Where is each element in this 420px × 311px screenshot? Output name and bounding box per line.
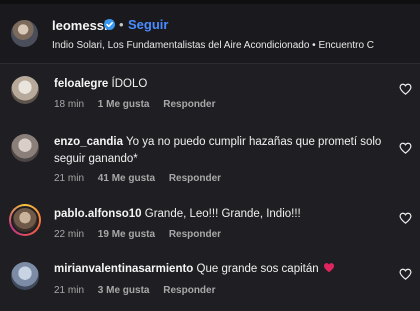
comment-text: Que grande sos capitán — [196, 263, 319, 275]
post-audio-subtitle[interactable]: Indio Solari, Los Fundamentalistas del A… — [52, 40, 379, 51]
commenter-avatar[interactable] — [11, 76, 39, 104]
commenter-username[interactable]: pablo.alfonso10 — [54, 208, 142, 220]
heart-outline-icon[interactable] — [399, 142, 412, 154]
comment-text: ÍDOLO — [111, 78, 148, 90]
comment-time: 21 min — [54, 173, 85, 184]
reply-button[interactable]: Responder — [163, 99, 215, 110]
heart-outline-icon[interactable] — [399, 212, 412, 224]
author-avatar[interactable] — [11, 20, 38, 47]
commenter-avatar[interactable] — [11, 206, 39, 234]
reply-button[interactable]: Responder — [163, 285, 215, 296]
comment-likes[interactable]: 1 Me gusta — [98, 99, 150, 110]
comments-screen: leomessi • Seguir Indio Solari, Los Fund… — [0, 0, 420, 311]
commenter-avatar[interactable] — [11, 262, 39, 290]
heart-outline-icon[interactable] — [399, 268, 412, 280]
comment-time: 21 min — [54, 285, 85, 296]
comment-meta: 18 min 1 Me gusta Responder — [54, 99, 216, 110]
comment-meta: 21 min 3 Me gusta Responder — [54, 285, 216, 296]
commenter-username[interactable]: feloalegre — [54, 78, 108, 90]
author-username[interactable]: leomessi — [52, 18, 108, 33]
comment-meta: 22 min 19 Me gusta Responder — [54, 229, 221, 240]
comment-likes[interactable]: 41 Me gusta — [98, 173, 155, 184]
comment-likes[interactable]: 19 Me gusta — [98, 229, 155, 240]
comment-time: 22 min — [54, 229, 85, 240]
comment-body: pablo.alfonso10 Grande, Leo!!! Grande, I… — [54, 206, 394, 223]
comment-body: enzo_candia Yo ya no puedo cumplir hazañ… — [54, 134, 394, 168]
comment-likes[interactable]: 3 Me gusta — [98, 285, 150, 296]
commenter-avatar[interactable] — [11, 134, 39, 162]
red-heart-emoji-icon — [323, 263, 334, 273]
reply-button[interactable]: Responder — [169, 173, 221, 184]
verified-badge-icon — [104, 19, 115, 30]
commenter-username[interactable]: enzo_candia — [54, 136, 123, 148]
comment-text: Grande, Leo!!! Grande, Indio!!! — [144, 208, 301, 220]
comment-body: mirianvalentinasarmiento Que grande sos … — [54, 261, 394, 278]
comment-meta: 21 min 41 Me gusta Responder — [54, 173, 221, 184]
follow-button[interactable]: Seguir — [128, 17, 168, 32]
comment-body: feloalegre ÍDOLO — [54, 76, 394, 93]
post-header: leomessi • Seguir Indio Solari, Los Fund… — [0, 4, 420, 64]
heart-outline-icon[interactable] — [399, 83, 412, 95]
reply-button[interactable]: Responder — [169, 229, 221, 240]
comment-time: 18 min — [54, 99, 85, 110]
commenter-username[interactable]: mirianvalentinasarmiento — [54, 263, 193, 275]
header-separator: • — [119, 17, 124, 32]
